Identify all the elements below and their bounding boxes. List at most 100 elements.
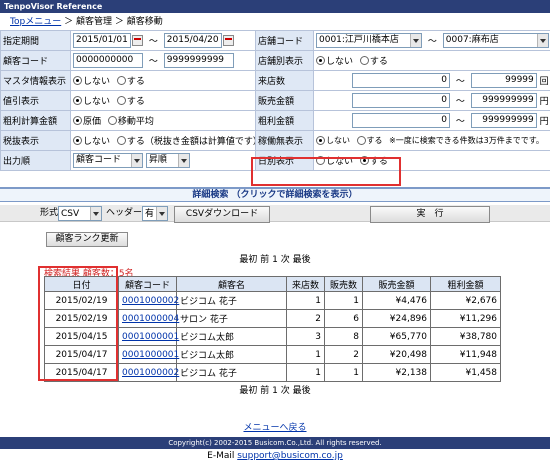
customer-code-to-input[interactable]: 9999999999: [163, 53, 234, 68]
sales-amount-label: 販売金額: [255, 90, 314, 111]
pager-next[interactable]: 次: [281, 386, 290, 396]
customer-rank-update-button[interactable]: 顧客ランク更新: [46, 232, 128, 247]
calendar-icon[interactable]: [222, 35, 234, 46]
copyright-text: Copyright(c) 2002-2015 Busicom.Co.,Ltd. …: [168, 439, 382, 447]
store-alias-off-radio[interactable]: [316, 56, 325, 65]
cell-gross-profit: ¥38,780: [430, 327, 501, 346]
range-separator: ～: [148, 37, 158, 47]
customer-code-link[interactable]: 0001000001: [122, 350, 179, 360]
cell-sales-amount: ¥65,770: [362, 327, 431, 346]
radio-label: する: [369, 57, 388, 67]
radio-label: 移動平均: [117, 117, 154, 127]
cell-customer-name: ビジコム 花子: [176, 291, 287, 310]
cell-gross-profit: ¥11,296: [430, 309, 501, 328]
cell-quantity: 6: [324, 309, 363, 328]
discount-on-radio[interactable]: [116, 96, 126, 105]
sort-field-select[interactable]: 顧客コード: [73, 153, 143, 168]
pager-prev[interactable]: 前: [260, 386, 269, 396]
range-separator: ～: [455, 117, 465, 127]
pager-bottom: 最初 前 1 次 最後: [0, 383, 550, 396]
format-select[interactable]: CSV: [58, 206, 102, 221]
customer-code-link[interactable]: 0001000004: [122, 314, 179, 324]
customer-code-link[interactable]: 0001000002: [122, 368, 179, 378]
customer-code-from-input[interactable]: 0000000000: [73, 53, 143, 68]
detail-search-toggle[interactable]: 詳細検索 （クリックで詳細検索を表示）: [0, 187, 550, 202]
pager-prev[interactable]: 前: [260, 255, 269, 265]
radio-label: しない: [83, 137, 111, 147]
cell-visits: 1: [286, 345, 325, 364]
cost-price-radio[interactable]: [73, 116, 82, 125]
discount-off-radio[interactable]: [73, 96, 82, 105]
csv-download-button[interactable]: CSVダウンロード: [174, 206, 270, 223]
cell-gross-profit: ¥2,676: [430, 291, 501, 310]
breadcrumb-separator: ＞: [64, 17, 74, 27]
range-separator: ～: [148, 57, 158, 67]
app-title-bar: TenpoVisor Reference: [0, 0, 550, 13]
pager-last[interactable]: 最後: [293, 255, 311, 265]
radio-label: しない: [326, 136, 350, 145]
app-title: TenpoVisor Reference: [4, 2, 103, 11]
search-conditions: 指定期間 2015/01/01 ～ 2015/04/20 店舗コード 0001:…: [0, 30, 550, 171]
calendar-icon[interactable]: [132, 35, 143, 46]
tax-on-radio[interactable]: [116, 136, 126, 145]
email-link[interactable]: support@busicom.co.jp: [237, 451, 343, 461]
back-to-menu-link[interactable]: メニューへ戻る: [243, 423, 306, 433]
search-limit-note: ※一度に検索できる件数は3万件までです。: [389, 136, 544, 145]
cell-customer-name: サロン 花子: [176, 309, 287, 328]
sort-order-select[interactable]: 昇順: [145, 153, 190, 168]
pager-top: 最初 前 1 次 最後: [0, 252, 550, 265]
header-label: ヘッダー: [106, 208, 143, 218]
customer-code-link[interactable]: 0001000002: [122, 296, 179, 306]
column-header-quantity: 販売数: [324, 276, 363, 292]
gross-profit-to-input[interactable]: 999999999: [470, 113, 537, 128]
breadcrumb-top-link[interactable]: Topメニュー: [10, 17, 61, 27]
header-select[interactable]: 有: [142, 206, 168, 221]
header-value: 有: [145, 209, 155, 219]
dormant-label: 稼働無表示: [255, 130, 314, 151]
period-label: 指定期間: [0, 30, 71, 51]
sales-amount-from-input[interactable]: 0: [352, 93, 450, 108]
period-to-input[interactable]: 2015/04/20: [163, 33, 222, 48]
pager-first[interactable]: 最初: [239, 255, 257, 265]
output-order-label: 出力順: [0, 150, 71, 171]
range-separator: ～: [455, 97, 465, 107]
store-to-select[interactable]: 0007:麻布店: [442, 33, 549, 48]
pager-last[interactable]: 最後: [293, 386, 311, 396]
sort-field-value: 顧客コード: [76, 155, 122, 165]
gross-profit-from-input[interactable]: 0: [352, 113, 450, 128]
pager-page: 1: [272, 255, 278, 265]
moving-average-radio[interactable]: [107, 116, 117, 125]
store-code-label: 店舗コード: [255, 30, 314, 51]
master-info-label: マスタ情報表示: [0, 70, 71, 91]
range-separator: ～: [427, 37, 437, 47]
sales-amount-to-input[interactable]: 999999999: [470, 93, 537, 108]
date-column-highlight-box: [38, 266, 118, 381]
visits-from-input[interactable]: 0: [352, 73, 450, 88]
customer-code-label: 顧客コード: [0, 50, 71, 71]
dormant-on-radio[interactable]: [356, 136, 366, 145]
range-separator: ～: [455, 77, 465, 87]
chevron-down-icon: [131, 154, 142, 167]
cell-sales-amount: ¥24,896: [362, 309, 431, 328]
cell-customer-name: ビジコム太郎: [176, 327, 287, 346]
customer-code-link[interactable]: 0001000001: [122, 332, 179, 342]
visits-to-input[interactable]: 99999: [470, 73, 537, 88]
cell-gross-profit: ¥11,948: [430, 345, 501, 364]
radio-label: しない: [326, 57, 354, 67]
tax-off-radio[interactable]: [73, 136, 82, 145]
execute-button[interactable]: 実 行: [370, 206, 490, 223]
master-info-off-radio[interactable]: [73, 76, 82, 85]
cell-quantity: 1: [324, 291, 363, 310]
store-to-value: 0007:麻布店: [445, 35, 499, 45]
master-info-on-radio[interactable]: [116, 76, 126, 85]
period-from-input[interactable]: 2015/01/01: [73, 33, 131, 48]
radio-label: する: [366, 136, 383, 145]
store-alias-on-radio[interactable]: [359, 56, 369, 65]
breadcrumb: Topメニュー ＞ 顧客管理 ＞ 顧客移動: [10, 15, 163, 29]
dormant-off-radio[interactable]: [316, 136, 325, 145]
pager-first[interactable]: 最初: [239, 386, 257, 396]
cell-sales-amount: ¥4,476: [362, 291, 431, 310]
cell-visits: 1: [286, 291, 325, 310]
store-from-select[interactable]: 0001:江戸川橋本店: [316, 33, 422, 48]
pager-next[interactable]: 次: [281, 255, 290, 265]
